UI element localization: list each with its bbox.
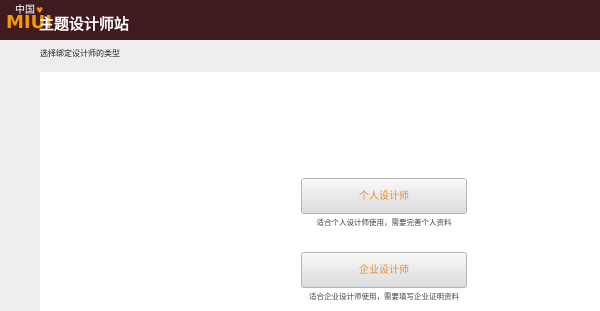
top-header: 中国♥ MIUI 主题设计师站 xyxy=(0,0,600,40)
individual-designer-button[interactable]: 个人设计师 xyxy=(301,178,467,214)
content-panel: 个人设计师 适合个人设计师使用，需要完善个人资料 企业设计师 适合企业设计师使用… xyxy=(40,72,600,311)
site-name: 主题设计师站 xyxy=(39,15,130,33)
page-subtitle: 选择绑定设计师的类型 xyxy=(40,49,120,58)
individual-designer-description: 适合个人设计师使用，需要完善个人资料 xyxy=(316,218,452,227)
enterprise-designer-button[interactable]: 企业设计师 xyxy=(301,252,467,288)
enterprise-designer-description: 适合企业设计师使用，需要填写企业证明资料 xyxy=(309,292,459,301)
